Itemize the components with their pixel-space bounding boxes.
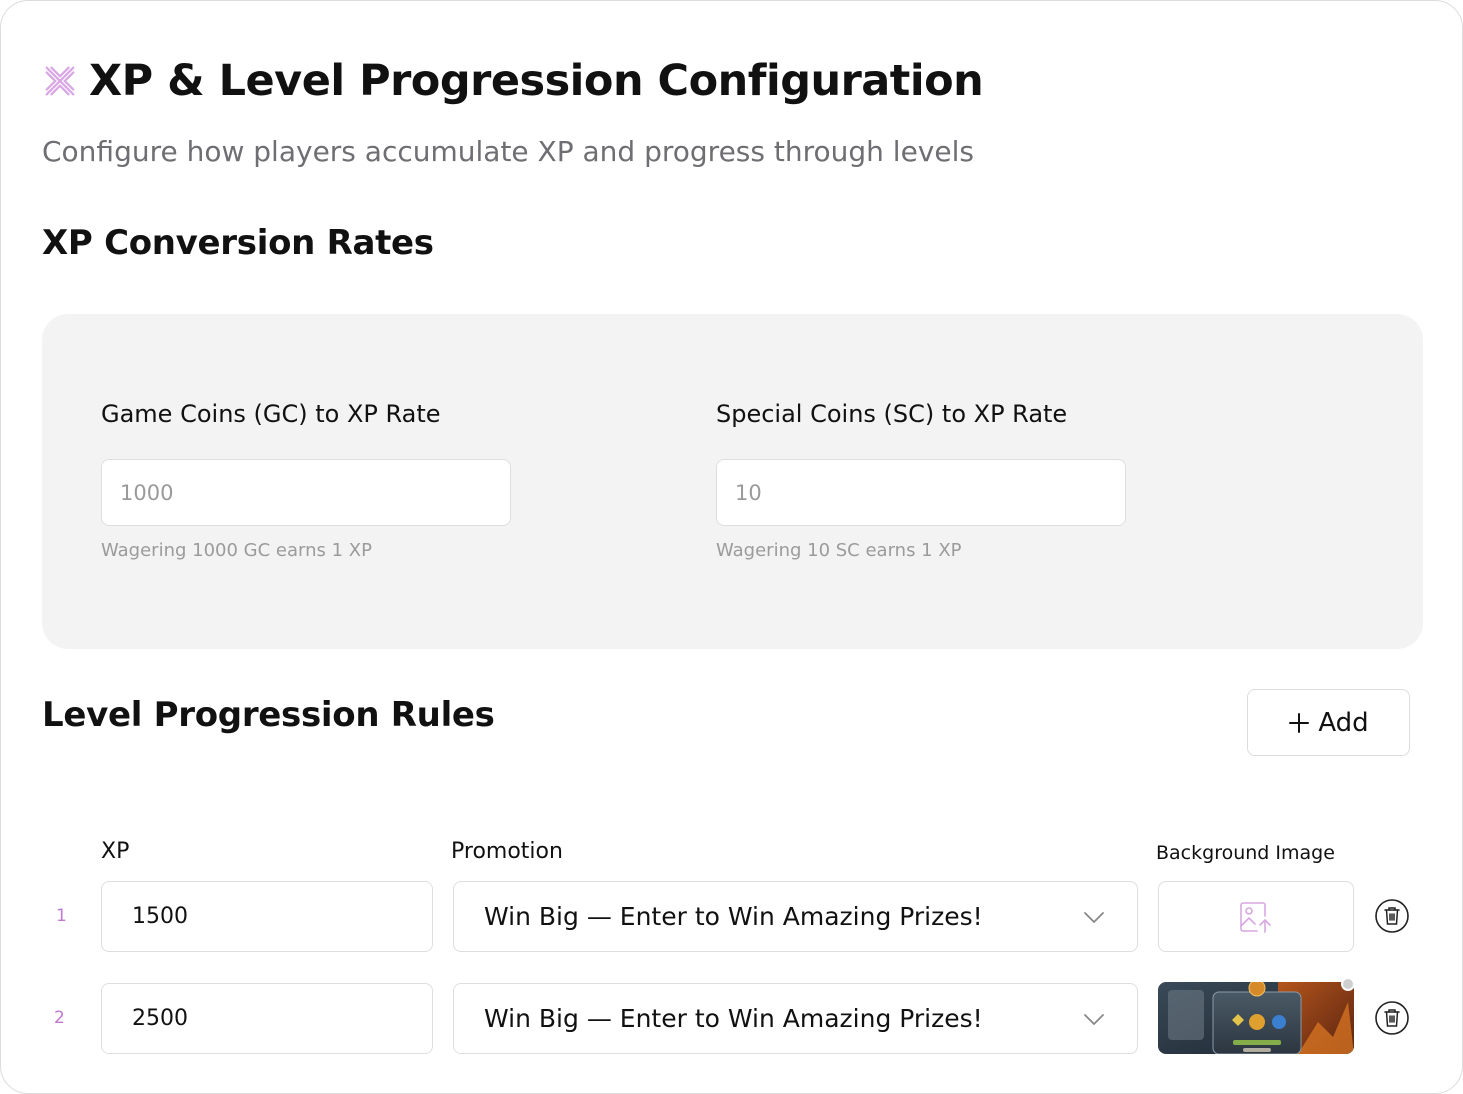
column-header-xp: XP bbox=[101, 839, 130, 864]
gc-rate-hint: Wagering 1000 GC earns 1 XP bbox=[101, 540, 372, 561]
promotion-selected-value: Win Big — Enter to Win Amazing Prizes! bbox=[484, 902, 983, 931]
add-level-button[interactable]: Add bbox=[1247, 689, 1410, 756]
chevron-down-icon bbox=[1084, 1013, 1104, 1025]
column-header-background-image: Background Image bbox=[1156, 842, 1335, 864]
background-image-thumbnail[interactable] bbox=[1158, 982, 1354, 1054]
promotion-selected-value: Win Big — Enter to Win Amazing Prizes! bbox=[484, 1004, 983, 1033]
promotion-select[interactable]: Win Big — Enter to Win Amazing Prizes! bbox=[453, 983, 1138, 1054]
conversion-panel: Game Coins (GC) to XP Rate Wagering 1000… bbox=[42, 314, 1423, 649]
delete-row-button[interactable] bbox=[1374, 898, 1410, 934]
title-row: XP & Level Progression Configuration bbox=[41, 51, 984, 111]
column-header-promotion: Promotion bbox=[451, 839, 563, 864]
page-subtitle: Configure how players accumulate XP and … bbox=[42, 135, 974, 168]
xp-input[interactable] bbox=[101, 983, 433, 1054]
upload-image-icon bbox=[1240, 901, 1271, 933]
background-image-upload[interactable] bbox=[1158, 881, 1354, 952]
page-title: XP & Level Progression Configuration bbox=[89, 56, 984, 106]
delete-row-button[interactable] bbox=[1374, 1000, 1410, 1036]
chevron-down-icon bbox=[1084, 911, 1104, 923]
conversion-heading: XP Conversion Rates bbox=[42, 223, 434, 263]
sc-rate-label: Special Coins (SC) to XP Rate bbox=[716, 400, 1068, 428]
add-level-label: Add bbox=[1318, 707, 1369, 738]
level-up-game-thumbnail bbox=[1158, 982, 1354, 1054]
remove-image-button[interactable] bbox=[1341, 977, 1355, 991]
gc-rate-label: Game Coins (GC) to XP Rate bbox=[101, 400, 441, 428]
promotion-select[interactable]: Win Big — Enter to Win Amazing Prizes! bbox=[453, 881, 1138, 952]
row-index: 2 bbox=[54, 1008, 65, 1028]
levels-heading: Level Progression Rules bbox=[42, 695, 495, 735]
sc-rate-hint: Wagering 10 SC earns 1 XP bbox=[716, 540, 962, 561]
xp-input[interactable] bbox=[101, 881, 433, 952]
config-card: XP & Level Progression Configuration Con… bbox=[0, 0, 1463, 1094]
plus-icon bbox=[1289, 712, 1310, 733]
sparkle-cross-icon bbox=[45, 66, 75, 96]
gc-rate-input[interactable] bbox=[101, 459, 511, 526]
row-index: 1 bbox=[56, 906, 67, 926]
sc-rate-input[interactable] bbox=[716, 459, 1126, 526]
